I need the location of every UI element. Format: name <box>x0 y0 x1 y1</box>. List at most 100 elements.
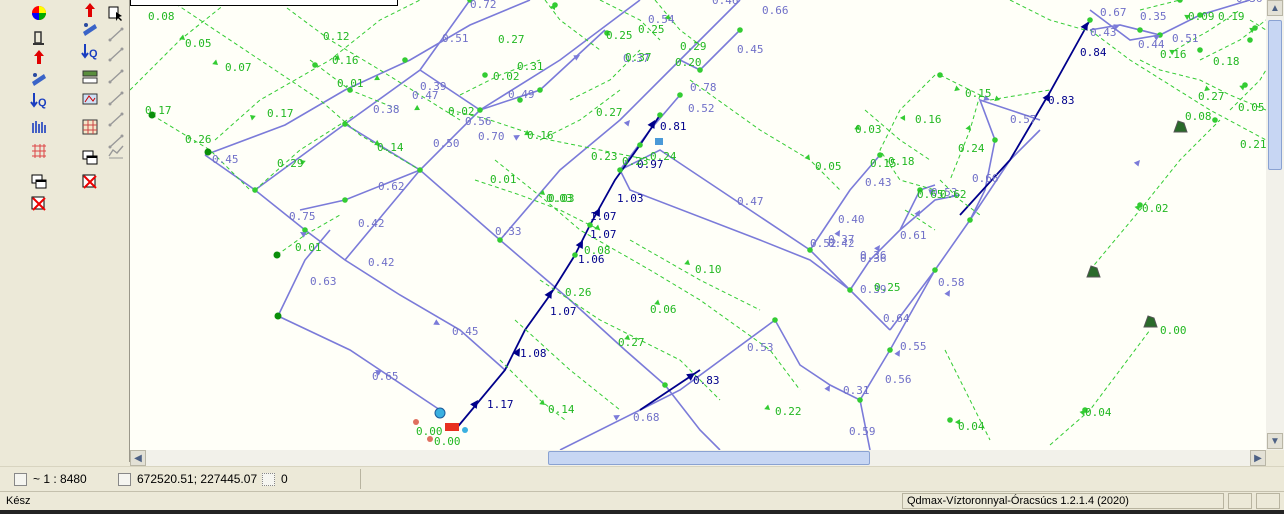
service-line <box>130 0 231 91</box>
consumer-icon <box>1086 265 1101 278</box>
line-tool-tool-button[interactable] <box>105 44 127 64</box>
ready-text: Kész <box>6 495 31 507</box>
close-windows-tool-button[interactable] <box>28 194 50 214</box>
network-node <box>482 72 488 78</box>
service-flow-label: 0.01 <box>337 77 364 90</box>
service-flow-label: 0.07 <box>225 61 252 74</box>
pipe-flow-label: 0.42 <box>358 217 385 230</box>
network-map-canvas[interactable]: 1.171.081.071.061.071.071.030.970.810.83… <box>130 0 1266 450</box>
scroll-right-button[interactable]: ▶ <box>1250 450 1266 466</box>
network-node <box>947 417 953 423</box>
layers-tool-button[interactable] <box>79 67 101 87</box>
line-tool-tool-button[interactable] <box>105 109 127 129</box>
network-node <box>857 397 863 403</box>
pipe-segment <box>664 384 721 450</box>
scroll-up-button[interactable]: ▲ <box>1267 0 1283 16</box>
close-windows-tool-button[interactable] <box>79 172 101 192</box>
scroll-left-button[interactable]: ◀ <box>130 450 146 466</box>
pipe-flow-label: 0.68 <box>633 411 660 424</box>
pipe-segment <box>619 169 851 291</box>
horizontal-scroll-thumb[interactable] <box>548 451 870 465</box>
layers-edit-tool-button[interactable] <box>79 89 101 109</box>
service-line <box>1009 0 1086 31</box>
line-tool-tool-button[interactable] <box>105 24 127 44</box>
line-tool-icon <box>108 69 124 84</box>
valve-icon <box>655 138 663 145</box>
grid-tool-button[interactable] <box>28 141 50 161</box>
service-flow-label: 0.14 <box>377 141 404 154</box>
network-node <box>302 227 308 233</box>
service-line <box>474 179 601 231</box>
service-line <box>514 319 621 411</box>
consumer-icon <box>1143 315 1158 328</box>
pipe-flow-label: 0.78 <box>690 81 717 94</box>
hydrant-icon <box>33 31 44 45</box>
hydrant-tool-button[interactable] <box>28 28 50 48</box>
network-node <box>342 197 348 203</box>
flow-arrow <box>433 319 440 325</box>
network-node <box>617 167 623 173</box>
middle-toolbar: Q <box>78 0 104 462</box>
flow-q-tool-button[interactable]: Q <box>79 41 101 61</box>
pipe-flow-tool-button[interactable] <box>28 69 50 89</box>
flow-q-tool-button[interactable]: Q <box>28 90 50 110</box>
pipe-flow-label: 0.51 <box>1172 32 1199 45</box>
close-windows-icon <box>31 196 46 211</box>
flow-arrow <box>994 95 1000 102</box>
select-arrow-tool-button[interactable] <box>105 3 127 23</box>
color-wheel-tool-button[interactable] <box>28 3 50 23</box>
main-pipe-flow-label: 1.08 <box>520 347 547 360</box>
pump-tool-button[interactable] <box>79 0 101 20</box>
status-panel-1 <box>1228 493 1252 509</box>
pump-station-icon <box>434 407 446 419</box>
service-flow-label: 0.21 <box>1240 138 1266 151</box>
network-map[interactable]: 1.17 1.08 1.07 1.06 1.07 1.07 1.03 0.97 0.81 0.83… <box>130 0 1266 450</box>
network-node <box>413 419 419 425</box>
service-line <box>689 79 841 191</box>
grid-icon <box>32 144 46 158</box>
service-flow-label: 0.03 <box>548 192 575 205</box>
network-node <box>937 72 943 78</box>
color-wheel-icon <box>32 6 46 20</box>
network-node <box>1137 27 1143 33</box>
service-line <box>879 74 936 191</box>
layers-icon <box>82 70 98 84</box>
profile-tool-button[interactable] <box>105 141 127 161</box>
windows-tool-button[interactable] <box>28 172 50 192</box>
service-flow-label: 0.25 <box>606 29 633 42</box>
service-flow-label: 0.24 <box>958 142 985 155</box>
flow-arrow <box>684 259 690 265</box>
grid-color-tool-button[interactable] <box>79 117 101 137</box>
main-pipe-flow-label: 1.07 <box>590 228 617 241</box>
vertical-scroll-thumb[interactable] <box>1268 20 1282 170</box>
pump-tool-button[interactable] <box>28 47 50 67</box>
network-node <box>587 222 593 228</box>
service-flow-label: 0.09 <box>1188 10 1215 23</box>
service-flow-label: 0.16 <box>915 113 942 126</box>
bar-chart-tool-button[interactable] <box>28 117 50 137</box>
selection-icon <box>262 472 275 486</box>
scroll-down-button[interactable]: ▼ <box>1267 433 1283 449</box>
service-flow-label: 0.16 <box>1160 48 1187 61</box>
grid-color-icon <box>82 119 98 135</box>
coordinates-value: 672520.51; 227445.07 <box>137 472 258 486</box>
vertical-scrollbar[interactable]: ▲ ▼ <box>1266 0 1284 450</box>
line-tool-tool-button[interactable] <box>105 66 127 86</box>
network-node <box>992 137 998 143</box>
service-flow-label: 0.17 <box>145 104 172 117</box>
pipe-flow-label: 0.56 <box>885 373 912 386</box>
network-node <box>1177 0 1183 3</box>
pipe-flow-label: 0.55 <box>900 340 927 353</box>
pipe-flow-label: 0.61 <box>900 229 927 242</box>
service-flow-label: 0.24 <box>650 150 677 163</box>
bar-chart-icon <box>32 121 46 133</box>
pump-icon <box>34 50 44 64</box>
horizontal-scrollbar[interactable]: ◀ ▶ <box>130 450 1266 466</box>
network-node <box>887 347 893 353</box>
line-tool-tool-button[interactable] <box>105 88 127 108</box>
flow-arrow <box>764 404 770 410</box>
main-pipe-flow-label: 0.83 <box>693 374 720 387</box>
network-node <box>402 57 408 63</box>
windows-tool-button[interactable] <box>79 148 101 168</box>
pipe-flow-tool-button[interactable] <box>79 19 101 39</box>
